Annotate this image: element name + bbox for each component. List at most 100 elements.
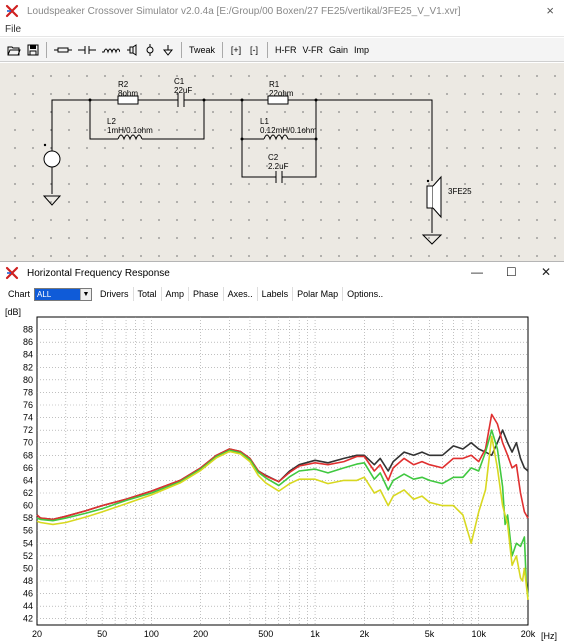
add-capacitor-button[interactable] <box>75 41 99 59</box>
chart-select[interactable]: ALL ▼ <box>34 287 93 301</box>
y-tick-label: 72 <box>23 425 33 435</box>
driver-ground-icon <box>421 234 443 245</box>
fr-toolbar: Chart ALL ▼ Drivers Total Amp Phase Axes… <box>0 286 564 302</box>
add-driver-button[interactable] <box>123 41 141 59</box>
y-tick-label: 46 <box>23 589 33 599</box>
c1-capacitor <box>177 93 185 107</box>
chart-label: Chart <box>8 289 31 299</box>
x-tick-label: 2k <box>360 629 370 639</box>
driver-name-label: 3FE25 <box>448 187 472 196</box>
frequency-response-plot[interactable]: 42 44 46 48 50 52 54 56 58 60 62 64 66 68 70 72 74 76 78 80… <box>0 304 564 641</box>
main-title-bar: Loudspeaker Crossover Simulator v2.0.4a … <box>0 0 564 22</box>
tweak-button[interactable]: Tweak <box>186 41 218 59</box>
y-tick-label: 50 <box>23 563 33 573</box>
x-tick-label: 200 <box>193 629 208 639</box>
y-tick-label: 54 <box>23 538 33 548</box>
r1-name-label: R1 <box>269 80 280 89</box>
app-title: Loudspeaker Crossover Simulator v2.0.4a … <box>27 5 461 17</box>
maximize-button[interactable]: ☐ <box>506 265 517 279</box>
phase-button[interactable]: Phase <box>189 287 224 301</box>
x-tick-label: 100 <box>144 629 159 639</box>
c2-capacitor <box>275 171 283 183</box>
main-close-button[interactable]: × <box>546 3 554 18</box>
l1-value-label: 0.12mH/0.1ohm <box>260 126 317 135</box>
minimize-button[interactable]: — <box>471 265 483 279</box>
toolbar-separator <box>46 41 47 58</box>
open-button[interactable] <box>4 41 24 59</box>
add-resistor-button[interactable] <box>51 41 75 59</box>
x-tick-label: 500 <box>258 629 273 639</box>
capacitor-icon <box>78 45 96 54</box>
fr-close-button[interactable]: ✕ <box>541 265 551 279</box>
zoom-out-button[interactable]: [-] <box>245 41 263 59</box>
plot-area <box>36 316 529 626</box>
polar-map-button[interactable]: Polar Map <box>293 287 344 301</box>
add-ground-button[interactable] <box>159 41 177 59</box>
y-tick-label: 64 <box>23 475 33 485</box>
x-tick-label: 20 <box>32 629 42 639</box>
axes-button[interactable]: Axes.. <box>224 287 258 301</box>
amp-button[interactable]: Amp <box>162 287 190 301</box>
r2-name-label: R2 <box>118 80 129 89</box>
y-tick-label: 74 <box>23 413 33 423</box>
y-tick-label: 60 <box>23 501 33 511</box>
drivers-button[interactable]: Drivers <box>96 287 134 301</box>
hfr-button[interactable]: H-FR <box>272 41 300 59</box>
vfr-button[interactable]: V-FR <box>300 41 327 59</box>
y-tick-label: 86 <box>23 337 33 347</box>
y-tick-label: 88 <box>23 325 33 335</box>
c1-value-label: 22uF <box>174 86 193 95</box>
save-button[interactable] <box>24 41 42 59</box>
schematic-canvas[interactable]: R2 8ohm C1 22uF L2 1mH/0.1ohm R1 22ohm L… <box>0 63 564 261</box>
y-tick-label: 66 <box>23 463 33 473</box>
labels-button[interactable]: Labels <box>258 287 294 301</box>
r2-value-label: 8ohm <box>118 89 139 98</box>
c2-value-label: 2.2uF <box>268 162 289 171</box>
y-tick-label: 58 <box>23 513 33 523</box>
l1-inductor <box>263 134 289 141</box>
source-ground-icon <box>42 195 62 206</box>
y-tick-label: 56 <box>23 526 33 536</box>
r1-value-label: 22ohm <box>269 89 294 98</box>
y-tick-label: 68 <box>23 450 33 460</box>
y-tick-label: 62 <box>23 488 33 498</box>
chevron-down-icon: ▼ <box>80 288 92 300</box>
add-inductor-button[interactable] <box>99 41 123 59</box>
fr-logo-icon <box>5 266 19 280</box>
x-tick-label: 50 <box>97 629 107 639</box>
imp-button[interactable]: Imp <box>351 41 372 59</box>
fr-title-bar: Horizontal Frequency Response — ☐ ✕ <box>0 262 564 284</box>
l2-inductor <box>117 134 143 141</box>
y-axis-unit: [dB] <box>5 307 21 317</box>
app-logo-icon <box>5 4 19 18</box>
y-tick-label: 82 <box>23 362 33 372</box>
y-tick-label: 76 <box>23 400 33 410</box>
add-source-button[interactable] <box>141 41 159 59</box>
y-tick-label: 48 <box>23 576 33 586</box>
y-tick-label: 44 <box>23 601 33 611</box>
menu-bar: File <box>0 22 564 37</box>
driver-magnet <box>426 185 434 209</box>
x-tick-label: 20k <box>521 629 536 639</box>
options-button[interactable]: Options.. <box>343 287 387 301</box>
toolbar-separator <box>222 41 224 58</box>
y-tick-label: 78 <box>23 387 33 397</box>
gain-button[interactable]: Gain <box>326 41 351 59</box>
c2-name-label: C2 <box>268 153 279 162</box>
x-tick-label: 1k <box>310 629 320 639</box>
inductor-icon <box>102 48 120 54</box>
y-tick-label: 52 <box>23 551 33 561</box>
menu-file[interactable]: File <box>5 24 21 35</box>
zoom-in-button[interactable]: [+] <box>227 41 245 59</box>
l2-value-label: 1mH/0.1ohm <box>107 126 153 135</box>
signal-source-icon <box>43 150 61 168</box>
frequency-response-window: Horizontal Frequency Response — ☐ ✕ Char… <box>0 261 564 641</box>
floppy-disk-icon <box>27 44 39 55</box>
driver-icon <box>127 43 137 56</box>
y-tick-label: 70 <box>23 438 33 448</box>
total-button[interactable]: Total <box>134 287 162 301</box>
toolbar-separator <box>181 41 182 58</box>
driver-cone <box>432 175 442 219</box>
frequency-response-chart: 42 44 46 48 50 52 54 56 58 60 62 64 66 68 70 72 74 76 78 80… <box>5 307 557 641</box>
y-tick-label: 84 <box>23 350 33 360</box>
